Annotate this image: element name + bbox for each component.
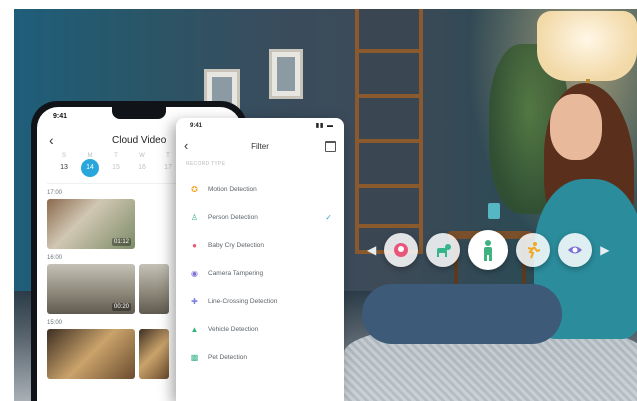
filter-item-baby-cry[interactable]: ● Baby Cry Detection	[176, 231, 344, 259]
filter-item-line-crossing[interactable]: ✚ Line-Crossing Detection	[176, 287, 344, 315]
pet-icon	[426, 233, 461, 267]
line-crossing-icon: ✚	[191, 296, 198, 306]
date-cell-selected[interactable]: 14	[77, 159, 103, 177]
clip-duration: 00:20	[111, 303, 131, 311]
detection-bubbles: ◀ ▶	[367, 228, 609, 272]
vehicle-icon: ▲	[190, 324, 199, 334]
camera-tampering-icon: ◉	[191, 268, 198, 278]
filter-item-label: Person Detection	[208, 213, 258, 221]
chevron-right-icon: ▶	[600, 243, 610, 257]
date-cell[interactable]: 16	[129, 159, 155, 177]
woman-legs	[362, 284, 562, 344]
filter-phone: 9:41 ▮▮ ▬ ‹ Filter RECORD TYPE ✪ Motion …	[176, 118, 344, 401]
motion-icon: ✪	[191, 184, 198, 194]
filter-item-label: Baby Cry Detection	[208, 241, 264, 249]
page-title: Filter	[251, 142, 269, 151]
bookshelf	[355, 9, 423, 254]
selected-date: 14	[81, 159, 99, 177]
date-cell[interactable]: 13	[51, 159, 77, 177]
filter-item-vehicle[interactable]: ▲ Vehicle Detection	[176, 315, 344, 343]
section-label: RECORD TYPE	[186, 161, 226, 167]
video-clip-thumbnail[interactable]	[139, 264, 169, 314]
status-bar: 9:41 ▮▮ ▬	[176, 118, 344, 134]
checkmark-icon: ✓	[325, 212, 332, 222]
filter-item-label: Line-Crossing Detection	[208, 297, 278, 305]
filter-item-motion[interactable]: ✪ Motion Detection	[176, 175, 344, 203]
video-clip-thumbnail[interactable]: 01:12	[47, 199, 135, 249]
page-title: Cloud Video	[112, 134, 167, 146]
baby-cry-icon: ●	[192, 240, 197, 250]
chevron-left-icon: ◀	[367, 243, 377, 257]
phone-notch	[112, 107, 166, 119]
pet-icon: ▩	[190, 352, 199, 362]
woman-head	[550, 94, 602, 160]
camera-tampering-icon	[558, 233, 593, 267]
video-clip-thumbnail[interactable]	[47, 329, 135, 379]
status-time: 9:41	[190, 123, 203, 129]
save-icon[interactable]	[325, 141, 336, 152]
signal-wifi-battery-icon: ▮▮ ▬	[315, 123, 334, 129]
person-icon	[468, 230, 509, 270]
person-icon: ♙	[190, 212, 199, 222]
video-clip-thumbnail[interactable]	[139, 329, 169, 379]
motion-icon	[516, 233, 551, 267]
baby-cry-icon	[384, 233, 419, 267]
filter-item-camera-tampering[interactable]: ◉ Camera Tampering	[176, 259, 344, 287]
filter-item-label: Motion Detection	[208, 185, 257, 193]
lamp	[537, 11, 637, 81]
wall-picture-frame	[269, 49, 303, 99]
video-clip-thumbnail[interactable]: 00:20	[47, 264, 135, 314]
cup	[488, 203, 500, 219]
filter-item-label: Vehicle Detection	[208, 325, 259, 333]
date-cell[interactable]: 15	[103, 159, 129, 177]
back-arrow-icon[interactable]: ‹	[49, 132, 54, 148]
filter-item-label: Camera Tampering	[208, 269, 264, 277]
clip-duration: 01:12	[111, 238, 131, 246]
filter-header: ‹ Filter	[176, 134, 344, 158]
filter-item-person[interactable]: ♙ Person Detection ✓	[176, 203, 344, 231]
filter-item-label: Pet Detection	[208, 353, 248, 361]
filter-item-pet[interactable]: ▩ Pet Detection	[176, 343, 344, 371]
